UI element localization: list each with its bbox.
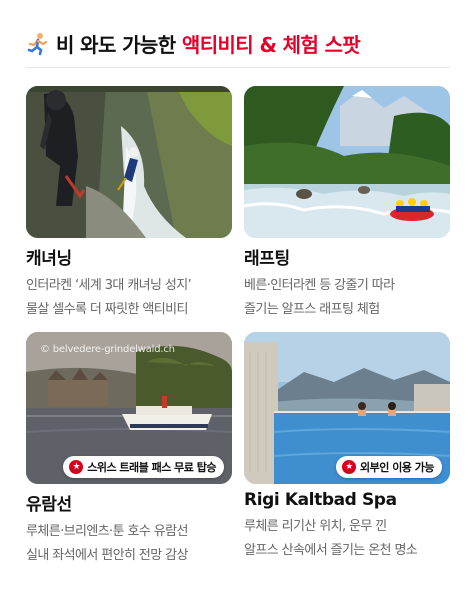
section-header: 비 와도 가능한 액티비티 & 체험 스팟 — [26, 20, 450, 68]
card-desc-line: 즐기는 알프스 래프팅 체험 — [244, 302, 380, 317]
card-title: 유람선 — [26, 495, 72, 515]
card-title: 래프팅 — [244, 249, 290, 269]
card-desc-line: 루체른 리기산 위치, 운무 낀 — [244, 519, 387, 534]
badge-label: 스위스 트래블 패스 무료 탑승 — [87, 461, 216, 474]
card-desc-line: 실내 좌석에서 편안히 전망 감상 — [26, 548, 188, 563]
card-desc-line: 알프스 산속에서 즐기는 온천 명소 — [244, 543, 418, 558]
runner-icon — [26, 32, 48, 56]
page-title: 비 와도 가능한 액티비티 & 체험 스팟 — [56, 29, 361, 58]
spa-badge: ★ 외부인 이용 가능 — [336, 456, 442, 478]
card-desc-line: 인터라켄 ‘세계 3대 캐녀닝 성지’ — [26, 278, 192, 293]
activity-card-cruise[interactable]: © belvedere-grindelwald.ch ★ 스위스 트래블 패스 … — [26, 332, 232, 568]
card-description: 루체른·브리엔츠·툰 호수 유람선 실내 좌석에서 편안히 전망 감상 — [26, 520, 232, 568]
activity-card-rafting[interactable]: 래프팅 베른·인터라켄 등 강줄기 따라 즐기는 알프스 래프팅 체험 — [244, 86, 450, 322]
card-description: 인터라켄 ‘세계 3대 캐녀닝 성지’ 물살 셀수록 더 짜릿한 액티비티 — [26, 274, 232, 322]
title-plain: 비 와도 가능한 — [56, 33, 182, 57]
card-desc-line: 물살 셀수록 더 짜릿한 액티비티 — [26, 302, 188, 317]
card-title: 캐녀닝 — [26, 249, 72, 269]
activity-card-spa[interactable]: ★ 외부인 이용 가능 Rigi Kaltbad Spa 루체른 리기산 위치,… — [244, 332, 450, 563]
card-description: 베른·인터라켄 등 강줄기 따라 즐기는 알프스 래프팅 체험 — [244, 274, 450, 322]
card-desc-line: 베른·인터라켄 등 강줄기 따라 — [244, 278, 395, 293]
card-description: 루체른 리기산 위치, 운무 낀 알프스 산속에서 즐기는 온천 명소 — [244, 515, 450, 563]
badge-label: 외부인 이용 가능 — [360, 461, 435, 474]
photo-watermark: © belvedere-grindelwald.ch — [40, 344, 175, 355]
card-title: Rigi Kaltbad Spa — [244, 490, 397, 510]
cruise-photo: © belvedere-grindelwald.ch ★ 스위스 트래블 패스 … — [26, 332, 232, 484]
star-icon: ★ — [69, 460, 84, 474]
activity-card-canyoning[interactable]: 캐녀닝 인터라켄 ‘세계 3대 캐녀닝 성지’ 물살 셀수록 더 짜릿한 액티비… — [26, 86, 232, 322]
canyoning-photo — [26, 86, 232, 238]
cruise-badge: ★ 스위스 트래블 패스 무료 탑승 — [63, 456, 224, 478]
title-accent: 액티비티 & 체험 스팟 — [181, 33, 361, 57]
rafting-photo — [244, 86, 450, 238]
card-desc-line: 루체른·브리엔츠·툰 호수 유람선 — [26, 524, 188, 539]
spa-photo: ★ 외부인 이용 가능 — [244, 332, 450, 484]
star-icon: ★ — [342, 460, 356, 474]
